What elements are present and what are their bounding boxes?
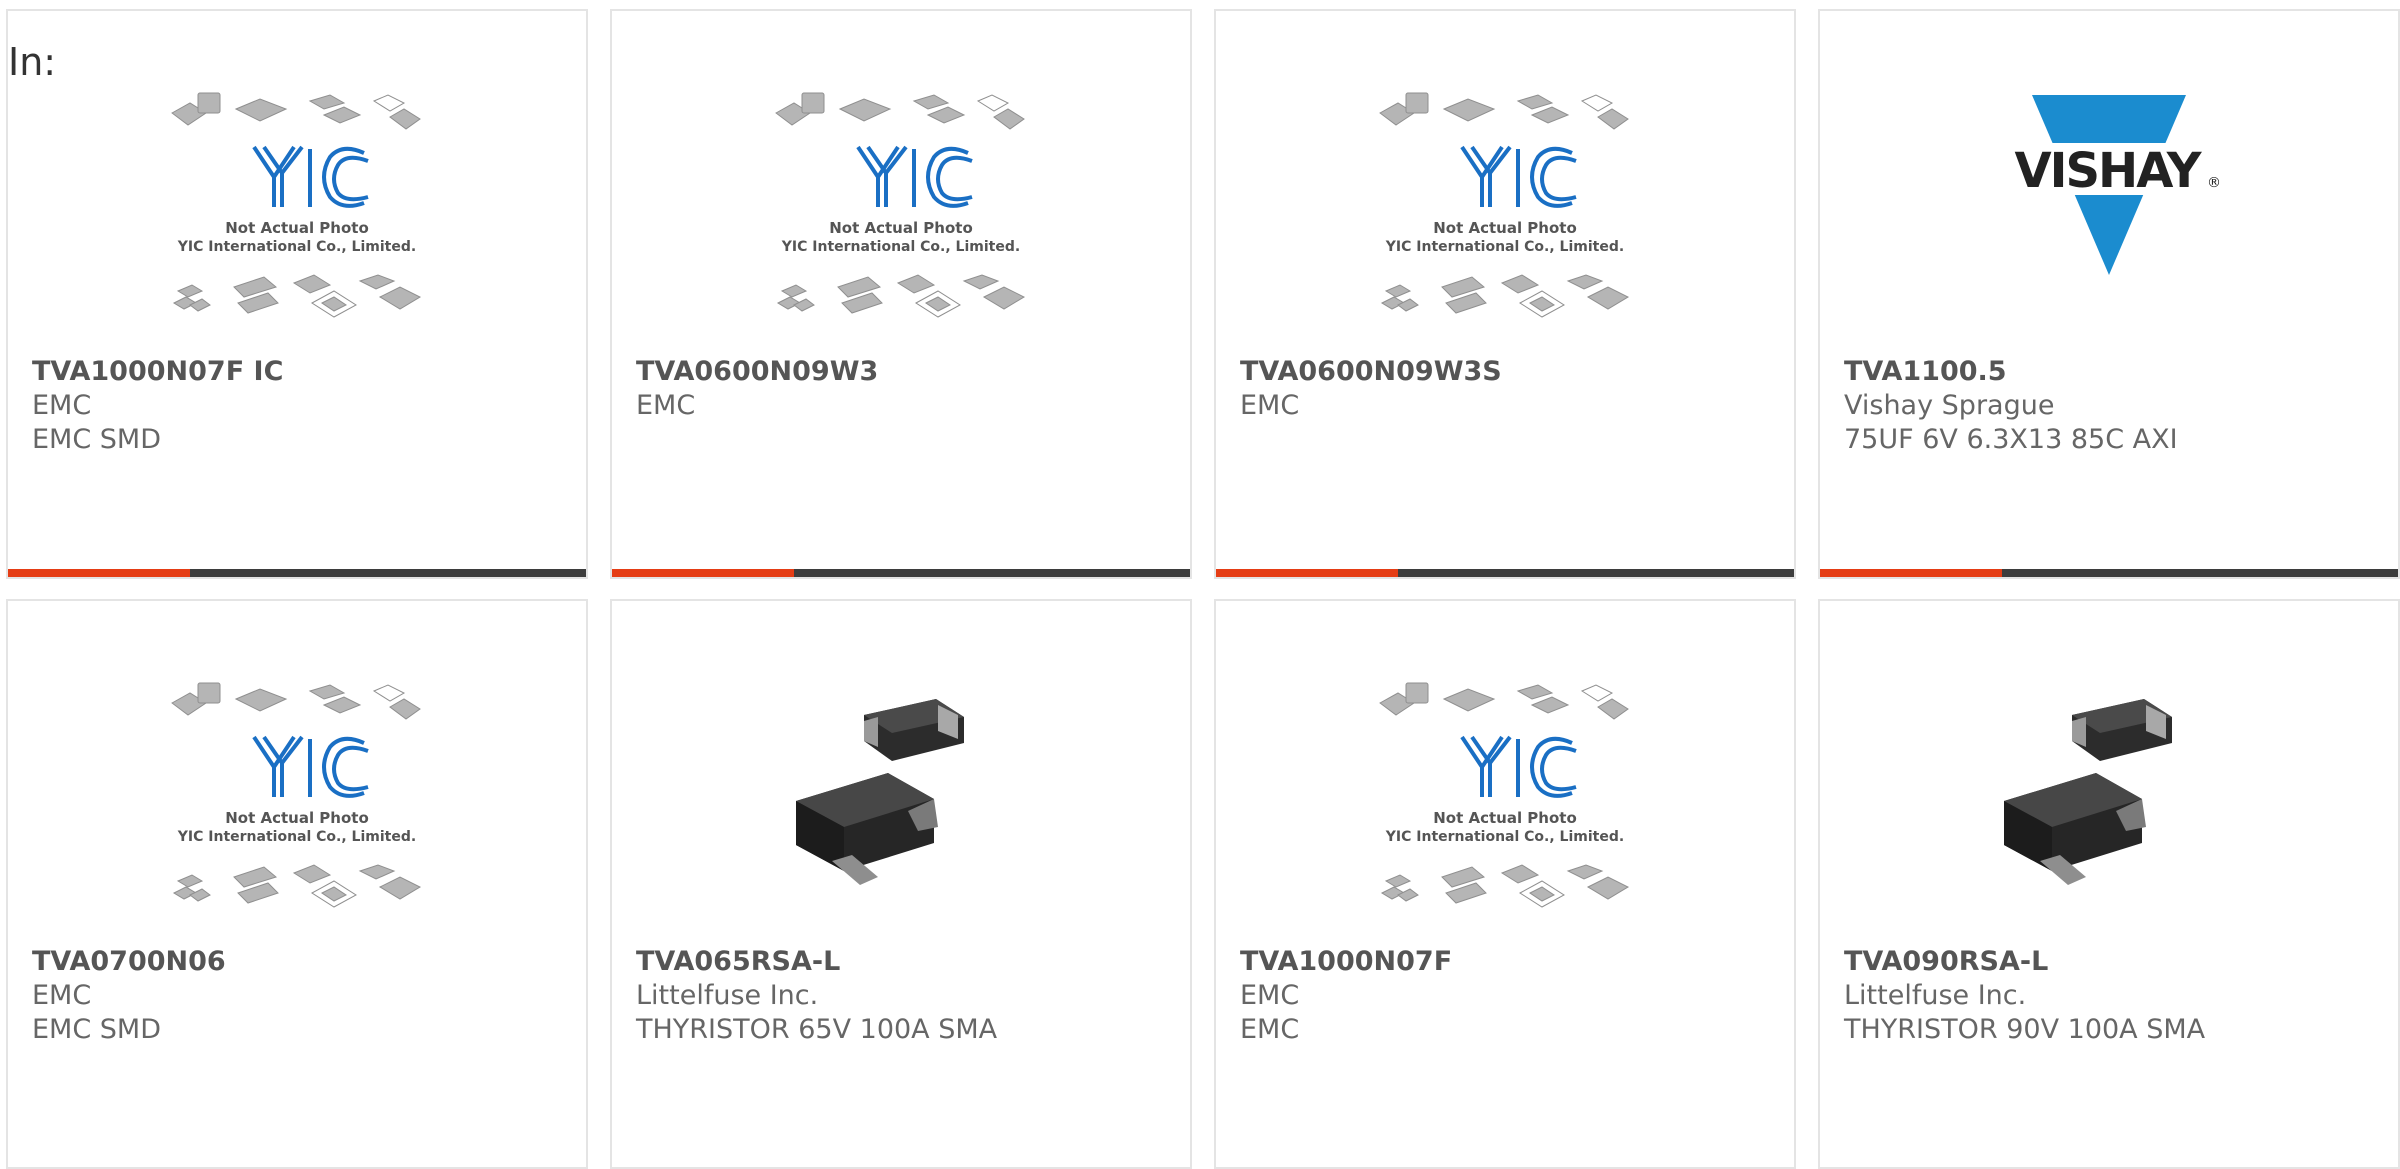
placeholder-line2: YIC International Co., Limited. bbox=[177, 239, 416, 255]
product-maker: EMC bbox=[1240, 980, 1300, 1011]
yic-placeholder-icon: Not Actual Photo YIC International Co., … bbox=[171, 92, 422, 318]
product-info: TVA0600N09W3S EMC bbox=[1240, 355, 1784, 423]
product-card[interactable]: TVA090RSA-L Littelfuse Inc. THYRISTOR 90… bbox=[1818, 599, 2400, 1169]
vishay-logo-mark: ® bbox=[2207, 175, 2221, 191]
product-info: TVA1000N07F EMC EMC bbox=[1240, 945, 1784, 1047]
product-maker: Littelfuse Inc. bbox=[1844, 980, 2027, 1011]
yic-placeholder-icon: Not Actual Photo YIC International Co., … bbox=[171, 682, 422, 908]
vishay-logo-text: VISHAY bbox=[2014, 143, 2202, 199]
product-maker: Vishay Sprague bbox=[1844, 390, 2055, 421]
product-desc: THYRISTOR 90V 100A SMA bbox=[1844, 1014, 2206, 1045]
product-card[interactable]: Not Actual Photo YIC International Co., … bbox=[6, 599, 588, 1169]
product-desc: EMC SMD bbox=[32, 424, 162, 455]
product-image: Not Actual Photo YIC International Co., … bbox=[8, 681, 586, 951]
product-card[interactable]: TVA065RSA-L Littelfuse Inc. THYRISTOR 65… bbox=[610, 599, 1192, 1169]
placeholder-line1: Not Actual Photo bbox=[225, 809, 369, 827]
product-title[interactable]: TVA1100.5 bbox=[1844, 355, 2388, 389]
product-maker: EMC bbox=[32, 980, 92, 1011]
product-image bbox=[612, 681, 1190, 951]
product-maker: EMC bbox=[32, 390, 92, 421]
sma-package-icon bbox=[2004, 699, 2172, 885]
card-bar-accent bbox=[8, 569, 191, 577]
product-image: Not Actual Photo YIC International Co., … bbox=[1216, 681, 1794, 951]
product-info: TVA1000N07F IC EMC EMC SMD bbox=[32, 355, 576, 457]
product-info: TVA1100.5 Vishay Sprague 75UF 6V 6.3X13 … bbox=[1844, 355, 2388, 457]
card-bar-accent bbox=[612, 569, 795, 577]
yic-placeholder-icon: Not Actual Photo YIC International Co., … bbox=[1379, 92, 1630, 318]
placeholder-line1: Not Actual Photo bbox=[1433, 219, 1577, 237]
placeholder-line1: Not Actual Photo bbox=[225, 219, 369, 237]
product-desc: THYRISTOR 65V 100A SMA bbox=[636, 1014, 998, 1045]
product-info: TVA0600N09W3 EMC bbox=[636, 355, 1180, 423]
card-bar bbox=[8, 569, 586, 577]
product-title[interactable]: TVA090RSA-L bbox=[1844, 945, 2388, 979]
product-title[interactable]: TVA065RSA-L bbox=[636, 945, 1180, 979]
product-title[interactable]: TVA1000N07F IC bbox=[32, 355, 576, 389]
card-bar-accent bbox=[1216, 569, 1399, 577]
placeholder-line2: YIC International Co., Limited. bbox=[1385, 829, 1624, 845]
product-title[interactable]: TVA1000N07F bbox=[1240, 945, 1784, 979]
product-image: Not Actual Photo YIC International Co., … bbox=[612, 91, 1190, 361]
product-maker: Littelfuse Inc. bbox=[636, 980, 819, 1011]
product-info: TVA065RSA-L Littelfuse Inc. THYRISTOR 65… bbox=[636, 945, 1180, 1047]
card-bar-accent bbox=[1820, 569, 2003, 577]
product-image: VISHAY ® bbox=[1820, 91, 2398, 361]
product-image: Not Actual Photo YIC International Co., … bbox=[1216, 91, 1794, 361]
product-image bbox=[1820, 681, 2398, 951]
placeholder-line2: YIC International Co., Limited. bbox=[1385, 239, 1624, 255]
product-info: TVA090RSA-L Littelfuse Inc. THYRISTOR 90… bbox=[1844, 945, 2388, 1047]
product-title[interactable]: TVA0600N09W3 bbox=[636, 355, 1180, 389]
product-title[interactable]: TVA0700N06 bbox=[32, 945, 576, 979]
product-image: Not Actual Photo YIC International Co., … bbox=[8, 91, 586, 361]
product-desc: 75UF 6V 6.3X13 85C AXI bbox=[1844, 424, 2178, 455]
yic-placeholder-icon: Not Actual Photo YIC International Co., … bbox=[1379, 682, 1630, 908]
product-card[interactable]: Not Actual Photo YIC International Co., … bbox=[1214, 599, 1796, 1169]
product-card[interactable]: Not Actual Photo YIC International Co., … bbox=[1214, 9, 1796, 579]
product-title[interactable]: TVA0600N09W3S bbox=[1240, 355, 1784, 389]
product-desc: EMC bbox=[1240, 1014, 1300, 1045]
product-maker: EMC bbox=[1240, 390, 1300, 421]
card-bar bbox=[1216, 569, 1794, 577]
sma-package-icon bbox=[796, 699, 964, 885]
placeholder-line2: YIC International Co., Limited. bbox=[781, 239, 1020, 255]
yic-placeholder-icon: Not Actual Photo YIC International Co., … bbox=[775, 92, 1026, 318]
card-bar bbox=[1820, 569, 2398, 577]
product-info: TVA0700N06 EMC EMC SMD bbox=[32, 945, 576, 1047]
product-card[interactable]: Not Actual Photo YIC International Co., … bbox=[610, 9, 1192, 579]
product-card[interactable]: VISHAY ® TVA1100.5 Vishay Sprague 75UF 6… bbox=[1818, 9, 2400, 579]
in-label: In: bbox=[8, 40, 57, 84]
placeholder-line2: YIC International Co., Limited. bbox=[177, 829, 416, 845]
product-desc: EMC SMD bbox=[32, 1014, 162, 1045]
product-maker: EMC bbox=[636, 390, 696, 421]
product-card[interactable]: Not Actual Photo YIC International Co., … bbox=[6, 9, 588, 579]
vishay-logo-icon: VISHAY ® bbox=[2014, 95, 2221, 275]
placeholder-line1: Not Actual Photo bbox=[1433, 809, 1577, 827]
card-bar bbox=[612, 569, 1190, 577]
placeholder-line1: Not Actual Photo bbox=[829, 219, 973, 237]
